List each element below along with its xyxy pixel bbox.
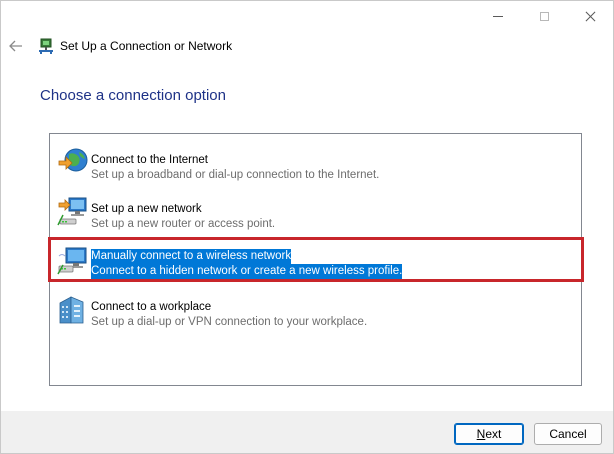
network-setup-icon: [38, 38, 54, 54]
cancel-button-label: Cancel: [549, 427, 587, 441]
maximize-icon: [521, 1, 567, 31]
option-connect-workplace[interactable]: Connect to a workplace Set up a dial-up …: [53, 287, 578, 333]
option-title: Set up a new network: [91, 203, 202, 215]
option-title: Connect to the Internet: [91, 154, 208, 166]
option-setup-new-network[interactable]: Set up a new network Set up a new router…: [53, 189, 578, 235]
option-title: Connect to a workplace: [91, 301, 212, 313]
window-title: Set Up a Connection or Network: [60, 39, 233, 53]
wireless-network-icon: [57, 244, 89, 276]
option-manual-wireless[interactable]: Manually connect to a wireless network C…: [53, 238, 578, 284]
option-description: Set up a dial-up or VPN connection to yo…: [91, 316, 368, 328]
option-title: Manually connect to a wireless network: [91, 249, 292, 264]
workplace-building-icon: [57, 293, 89, 325]
new-network-icon: [57, 195, 89, 227]
setup-connection-window: Set Up a Connection or Network Choose a …: [0, 0, 614, 454]
cancel-button[interactable]: Cancel: [534, 423, 602, 445]
connection-option-list: Connect to the Internet Set up a broadba…: [49, 133, 582, 386]
page-title: Choose a connection option: [40, 87, 226, 104]
globe-internet-icon: [57, 146, 89, 178]
close-icon[interactable]: [567, 1, 613, 31]
option-description: Connect to a hidden network or create a …: [91, 264, 403, 279]
arrow-left-icon[interactable]: [7, 37, 25, 55]
minimize-icon[interactable]: [475, 1, 521, 31]
option-description: Set up a new router or access point.: [91, 218, 276, 230]
option-description: Set up a broadband or dial-up connection…: [91, 169, 380, 181]
next-button-label: Next: [476, 427, 502, 441]
next-button[interactable]: Next: [454, 423, 524, 445]
wizard-footer: Next Cancel: [1, 411, 613, 453]
option-connect-internet[interactable]: Connect to the Internet Set up a broadba…: [53, 140, 578, 186]
